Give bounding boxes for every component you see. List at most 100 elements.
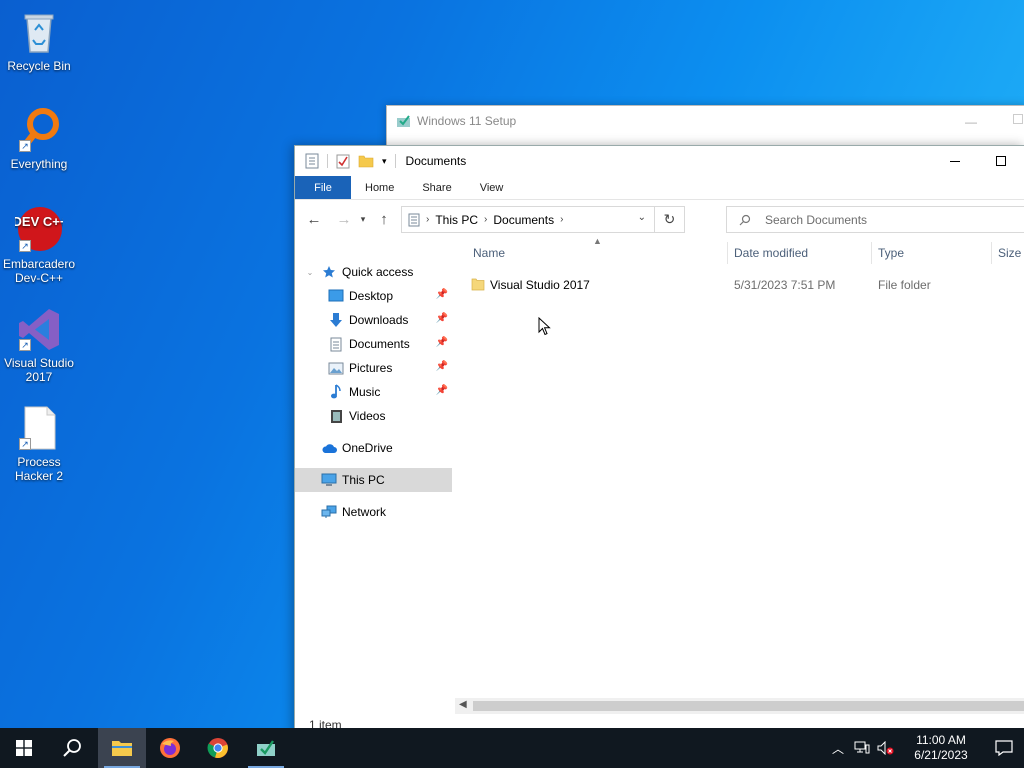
desktop-icon-recycle-bin[interactable]: Recycle Bin (0, 8, 78, 73)
volume-muted-icon[interactable] (874, 741, 898, 755)
scrollbar-thumb[interactable] (473, 701, 1024, 711)
mouse-cursor-icon (538, 317, 551, 336)
setup-titlebar[interactable]: Windows 11 Setup (387, 106, 1024, 136)
nav-music[interactable]: Music 📌 (295, 380, 452, 404)
setup-minimize-button[interactable]: — (965, 115, 977, 129)
file-name: Visual Studio 2017 (490, 278, 590, 292)
pictures-icon (328, 360, 344, 376)
checklist-icon[interactable] (336, 153, 350, 169)
column-divider[interactable] (727, 242, 728, 264)
shortcut-arrow-icon: ↗ (19, 339, 31, 351)
show-hidden-icons-chevron-icon[interactable]: ︿ (826, 740, 850, 757)
tab-share[interactable]: Share (408, 176, 465, 199)
nav-videos[interactable]: Videos (295, 404, 452, 428)
breadcrumb-chevron-icon[interactable]: › (484, 214, 487, 225)
back-button[interactable]: ← (302, 207, 326, 231)
desktop-icon-devcpp[interactable]: DEV C++ ↗ Embarcadero Dev-C++ (0, 206, 78, 285)
nav-onedrive[interactable]: OneDrive (295, 436, 452, 460)
search-input[interactable] (765, 212, 965, 227)
taskbar-windows-setup[interactable] (242, 728, 290, 768)
breadcrumb-this-pc[interactable]: This PC (435, 213, 478, 227)
file-explorer-window[interactable]: ▾ Documents File Home Share View ← → ▾ ↑… (294, 145, 1024, 735)
breadcrumb-chevron-icon[interactable]: › (426, 214, 429, 225)
video-film-icon (328, 408, 344, 424)
pin-icon[interactable]: 📌 (436, 385, 448, 396)
new-folder-icon[interactable] (358, 154, 374, 168)
pin-icon[interactable]: 📌 (436, 313, 448, 324)
search-icon (63, 739, 81, 757)
shortcut-arrow-icon: ↗ (19, 140, 31, 152)
tab-file[interactable]: File (295, 176, 351, 199)
nav-label: Music (349, 385, 381, 399)
tab-home[interactable]: Home (351, 176, 408, 199)
desktop-icon-everything[interactable]: ↗ Everything (0, 106, 78, 171)
taskbar: ︿ 11:00 AM 6/21/2023 (0, 728, 1024, 768)
tab-view[interactable]: View (466, 176, 518, 199)
pin-icon[interactable]: 📌 (436, 289, 448, 300)
expand-chevron-icon[interactable]: ⌄ (305, 268, 315, 277)
search-icon (739, 214, 751, 225)
pin-icon[interactable]: 📌 (436, 361, 448, 372)
taskbar-file-explorer[interactable] (98, 728, 146, 768)
shortcut-arrow-icon: ↗ (19, 240, 31, 252)
music-note-icon (328, 384, 344, 400)
action-center-button[interactable] (984, 728, 1024, 768)
scroll-left-icon[interactable]: ◀ (459, 699, 467, 710)
everything-search-icon: ↗ (15, 106, 63, 154)
nav-desktop[interactable]: Desktop 📌 (295, 284, 452, 308)
column-header-size[interactable]: Size (998, 246, 1021, 260)
nav-documents[interactable]: Documents 📌 (295, 332, 452, 356)
setup-maximize-button[interactable] (1013, 114, 1023, 124)
breadcrumb-chevron-icon[interactable]: › (560, 214, 563, 225)
refresh-button[interactable]: ↻ (654, 207, 684, 232)
cloud-icon (321, 440, 337, 456)
ribbon-tabs: File Home Share View (295, 176, 1024, 200)
up-button[interactable]: ↑ (372, 207, 396, 231)
column-header-date[interactable]: Date modified (734, 246, 808, 260)
properties-icon[interactable] (305, 153, 319, 169)
address-dropdown-icon[interactable]: ⌄ (638, 212, 646, 223)
search-button[interactable] (48, 728, 96, 768)
desktop-icon-process-hacker[interactable]: ↗ Process Hacker 2 (0, 404, 78, 483)
network-status-icon[interactable] (850, 741, 874, 755)
nav-downloads[interactable]: Downloads 📌 (295, 308, 452, 332)
nav-network[interactable]: Network (295, 500, 452, 524)
column-divider[interactable] (871, 242, 872, 264)
taskbar-clock[interactable]: 11:00 AM 6/21/2023 (904, 733, 978, 763)
nav-label: This PC (342, 473, 385, 487)
maximize-button[interactable] (978, 146, 1024, 176)
start-button[interactable] (0, 728, 48, 768)
nav-pictures[interactable]: Pictures 📌 (295, 356, 452, 380)
setup-app-icon (257, 740, 275, 756)
desktop-icon-label: Embarcadero Dev-C++ (2, 257, 76, 285)
breadcrumb-documents[interactable]: Documents (493, 213, 554, 227)
address-bar[interactable]: › This PC › Documents › ⌄ ↻ (401, 206, 685, 233)
taskbar-firefox[interactable] (146, 728, 194, 768)
nav-quick-access[interactable]: ⌄ Quick access (295, 260, 452, 284)
column-header-name[interactable]: Name (473, 246, 505, 260)
customize-qat-chevron-icon[interactable]: ▾ (382, 156, 387, 167)
quick-access-toolbar: ▾ (305, 153, 396, 169)
horizontal-scrollbar[interactable]: ◀ (455, 698, 1024, 714)
explorer-titlebar[interactable]: ▾ Documents (295, 146, 1024, 176)
visual-studio-icon: ↗ (15, 305, 63, 353)
column-header-type[interactable]: Type (878, 246, 904, 260)
recycle-bin-icon (15, 8, 63, 56)
pin-icon[interactable]: 📌 (436, 337, 448, 348)
navigation-bar: ← → ▾ ↑ › This PC › Documents › ⌄ ↻ (295, 200, 1024, 238)
column-headers: ▲ Name Date modified Type Size (459, 236, 1024, 268)
forward-button[interactable]: → (332, 207, 356, 231)
devcpp-icon: DEV C++ ↗ (13, 206, 68, 254)
table-row[interactable]: Visual Studio 2017 5/31/2023 7:51 PM Fil… (467, 274, 1024, 296)
qat-separator (394, 154, 396, 168)
nav-this-pc[interactable]: This PC (295, 468, 452, 492)
column-divider[interactable] (991, 242, 992, 264)
recent-locations-button[interactable]: ▾ (356, 207, 370, 231)
search-box[interactable] (726, 206, 1024, 233)
minimize-button[interactable] (932, 146, 978, 176)
maximize-icon (996, 156, 1006, 166)
desktop-icon-visual-studio[interactable]: ↗ Visual Studio 2017 (0, 305, 78, 384)
document-icon (328, 336, 344, 352)
nav-label: Desktop (349, 289, 394, 303)
taskbar-chrome[interactable] (194, 728, 242, 768)
